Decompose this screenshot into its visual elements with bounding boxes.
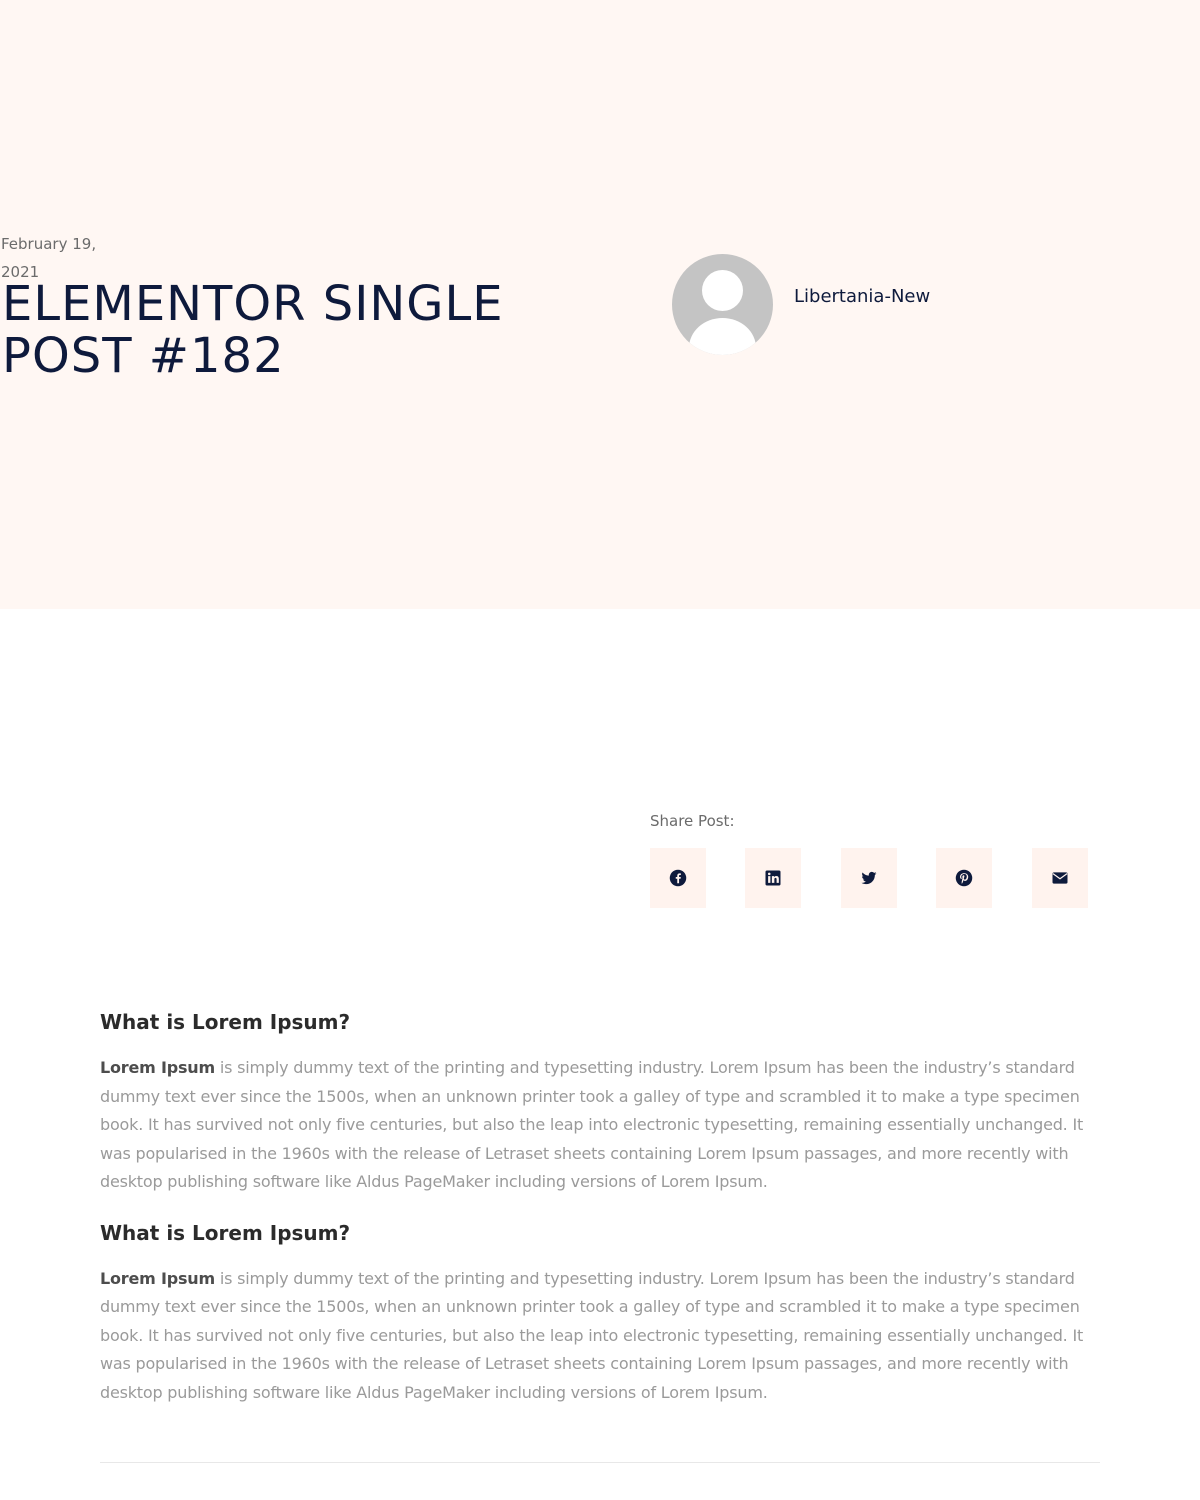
- paragraph-body: is simply dummy text of the printing and…: [100, 1058, 1084, 1191]
- twitter-icon: [861, 871, 877, 885]
- section-paragraph: Lorem Ipsum is simply dummy text of the …: [100, 1054, 1100, 1197]
- paragraph-lead: Lorem Ipsum: [100, 1268, 215, 1288]
- facebook-icon: [669, 869, 687, 887]
- section-heading: What is Lorem Ipsum?: [100, 1220, 351, 1245]
- linkedin-icon: [765, 870, 781, 886]
- share-pinterest-button[interactable]: [936, 848, 992, 908]
- pinterest-icon: [955, 869, 973, 887]
- share-label: Share Post:: [650, 812, 735, 830]
- avatar-head-shape: [702, 270, 743, 311]
- author-name[interactable]: Libertania-New: [794, 285, 930, 309]
- author-avatar[interactable]: [672, 254, 773, 355]
- post-title: ELEMENTOR SINGLE POST #182: [2, 276, 504, 384]
- post-content: What is Lorem Ipsum? Lorem Ipsum is simp…: [100, 1007, 1100, 1428]
- paragraph-body: is simply dummy text of the printing and…: [100, 1268, 1084, 1402]
- post-hero: February 19, 2021 ELEMENTOR SINGLE POST …: [0, 0, 1200, 609]
- avatar-shoulders-shape: [689, 318, 756, 355]
- content-divider: [100, 1462, 1100, 1463]
- section-heading: What is Lorem Ipsum?: [100, 1010, 351, 1034]
- share-email-button[interactable]: [1032, 848, 1088, 908]
- share-facebook-button[interactable]: [650, 848, 706, 908]
- envelope-icon: [1052, 872, 1068, 884]
- share-linkedin-button[interactable]: [745, 848, 801, 908]
- share-twitter-button[interactable]: [841, 848, 897, 908]
- section-paragraph: Lorem Ipsum is simply dummy text of the …: [100, 1265, 1100, 1408]
- paragraph-lead: Lorem Ipsum: [100, 1058, 215, 1077]
